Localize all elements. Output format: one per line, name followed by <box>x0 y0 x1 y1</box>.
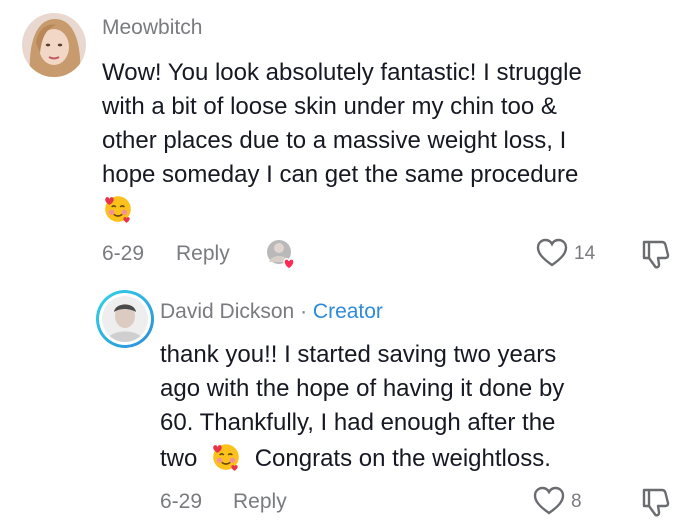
reply-line-last: two Congrats on the weightloss. <box>160 440 690 476</box>
smiling-face-with-hearts-emoji <box>213 444 239 471</box>
reply-button[interactable]: Reply <box>233 490 287 514</box>
reply-line-start: two <box>160 445 198 472</box>
commenter-avatar[interactable] <box>22 13 86 77</box>
separator-dot: · <box>300 300 308 323</box>
reply-button[interactable]: Reply <box>176 242 230 266</box>
commenter-username[interactable]: Meowbitch <box>102 16 202 40</box>
comment-line: other places due to a massive weight los… <box>102 127 567 154</box>
heart-outline-icon[interactable] <box>536 238 568 268</box>
reply-line-end: Congrats on the weightloss. <box>254 445 551 472</box>
reply-text: thank you!! I started saving two years a… <box>160 338 690 476</box>
reply-line: 60. Thankfully, I had enough after the <box>160 409 556 436</box>
creator-username[interactable]: David Dickson <box>160 300 294 323</box>
comment-text: Wow! You look absolutely fantastic! I st… <box>102 56 692 228</box>
creator-username-row: David Dickson · Creator <box>160 300 383 324</box>
comment-line: with a bit of loose skin under my chin t… <box>102 93 557 120</box>
heart-outline-icon[interactable] <box>533 486 565 516</box>
like-count: 8 <box>571 491 582 512</box>
comment-date: 6-29 <box>102 242 145 265</box>
reply-line: ago with the hope of having it done by <box>160 375 565 402</box>
creator-liked-badge <box>265 238 299 272</box>
comment-line: hope someday I can get the same procedur… <box>102 161 579 188</box>
comment-line: Wow! You look absolutely fantastic! I st… <box>102 59 582 86</box>
creator-avatar[interactable] <box>96 290 154 348</box>
reply-date: 6-29 <box>160 490 203 513</box>
reply-line: thank you!! I started saving two years <box>160 341 557 368</box>
dislike-icon[interactable] <box>640 486 670 518</box>
dislike-icon[interactable] <box>640 238 670 270</box>
creator-label: Creator <box>312 300 383 323</box>
smiling-face-with-hearts-emoji <box>105 196 131 223</box>
like-count: 14 <box>574 243 596 264</box>
